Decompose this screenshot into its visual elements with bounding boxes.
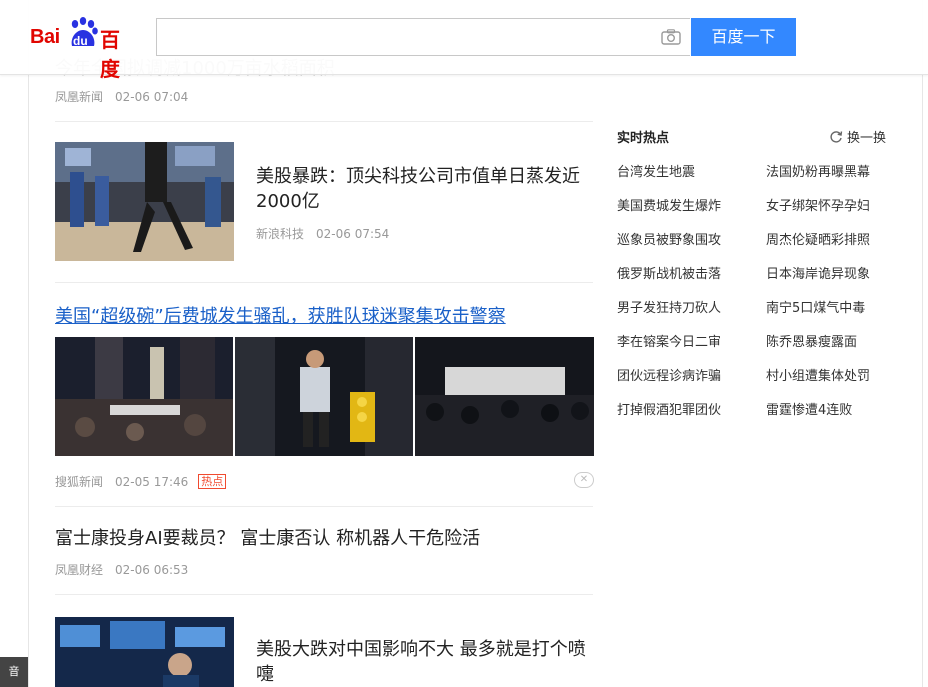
- feed-item-title-link[interactable]: 美国“超级碗”后费城发生骚乱，获胜队球迷聚集攻击警察: [55, 306, 506, 327]
- search-button[interactable]: 百度一下: [691, 18, 796, 56]
- logo-text-cn: 百度: [100, 28, 120, 81]
- feed-item-meta: 凤凰财经 02-06 06:53: [55, 561, 188, 578]
- feed-item-meta: 凤凰新闻 02-06 07:04: [55, 88, 188, 105]
- hot-item[interactable]: 俄罗斯战机被击落: [617, 266, 721, 284]
- feed-divider: [55, 594, 593, 595]
- feed-divider: [55, 506, 593, 507]
- camera-icon[interactable]: [661, 29, 681, 45]
- hot-item[interactable]: 李在镕案今日二审: [617, 334, 721, 352]
- hot-item[interactable]: 雷霆惨遭4连败: [766, 402, 852, 420]
- dismiss-icon[interactable]: ✕: [574, 472, 594, 488]
- hot-item[interactable]: 团伙远程诊病诈骗: [617, 368, 721, 386]
- hot-item[interactable]: 美国费城发生爆炸: [617, 198, 721, 216]
- side-tab[interactable]: 音: [0, 657, 28, 687]
- content-border-left: [28, 0, 29, 687]
- baidu-logo[interactable]: Bai du 百度: [30, 16, 134, 81]
- hot-item[interactable]: 女子绑架怀孕孕妇: [766, 198, 870, 216]
- feed-item-time: 02-06 06:53: [115, 563, 189, 577]
- feed-item-meta: 搜狐新闻 02-05 17:46 热点: [55, 473, 227, 490]
- feed-item-thumbnail[interactable]: [55, 617, 234, 687]
- feed-item-image[interactable]: [55, 337, 233, 456]
- hot-item[interactable]: 巡象员被野象围攻: [617, 232, 721, 250]
- hot-item[interactable]: 打掉假酒犯罪团伙: [617, 402, 721, 420]
- logo-text-du: du: [73, 34, 88, 48]
- feed-item-meta: 新浪科技 02-06 07:54: [256, 225, 389, 242]
- hot-item[interactable]: 村小组遭集体处罚: [766, 368, 870, 386]
- feed-item-image[interactable]: [415, 337, 594, 456]
- feed-item-source: 搜狐新闻: [55, 475, 104, 489]
- feed-divider: [55, 121, 593, 122]
- content-border-right: [922, 0, 923, 687]
- refresh-icon: [829, 130, 843, 144]
- feed-item-time: 02-05 17:46: [115, 475, 189, 489]
- feed-item-thumbnail[interactable]: [55, 142, 234, 261]
- feed-divider: [55, 282, 593, 283]
- refresh-label: 换一换: [847, 131, 887, 146]
- hot-badge: 热点: [198, 474, 227, 489]
- hot-list-title: 实时热点: [617, 131, 670, 146]
- hot-item[interactable]: 周杰伦疑晒彩排照: [766, 232, 870, 250]
- feed-item-title[interactable]: 美股暴跌：顶尖科技公司市值单日蒸发近2000亿: [256, 164, 586, 214]
- hot-item[interactable]: 陈乔恩暴瘦露面: [766, 334, 857, 352]
- hot-item[interactable]: 南宁5口煤气中毒: [766, 300, 865, 318]
- feed-item-image[interactable]: [235, 337, 413, 456]
- hot-item[interactable]: 法国奶粉再曝黑幕: [766, 164, 870, 182]
- feed-item-time: 02-06 07:54: [316, 227, 390, 241]
- feed-item-source: 新浪科技: [256, 227, 305, 241]
- feed-item-title[interactable]: 富士康投身AI要裁员？ 富士康否认 称机器人干危险活: [55, 526, 480, 551]
- logo-text-latin: Bai: [30, 26, 60, 48]
- feed-item-title[interactable]: 美股大跌对中国影响不大 最多就是打个喷嚏: [256, 637, 586, 687]
- search-input[interactable]: [165, 25, 649, 51]
- feed-item-source: 凤凰财经: [55, 563, 104, 577]
- refresh-button[interactable]: 换一换: [829, 127, 886, 146]
- feed-item-time: 02-06 07:04: [115, 90, 189, 104]
- feed-item-source: 凤凰新闻: [55, 90, 104, 104]
- search-box: [156, 18, 690, 56]
- top-header: Bai du 百度 百度一下: [0, 0, 928, 81]
- hot-item[interactable]: 日本海岸诡异现象: [766, 266, 870, 284]
- hot-item[interactable]: 台湾发生地震: [617, 164, 695, 182]
- hot-item[interactable]: 男子发狂持刀砍人: [617, 300, 721, 318]
